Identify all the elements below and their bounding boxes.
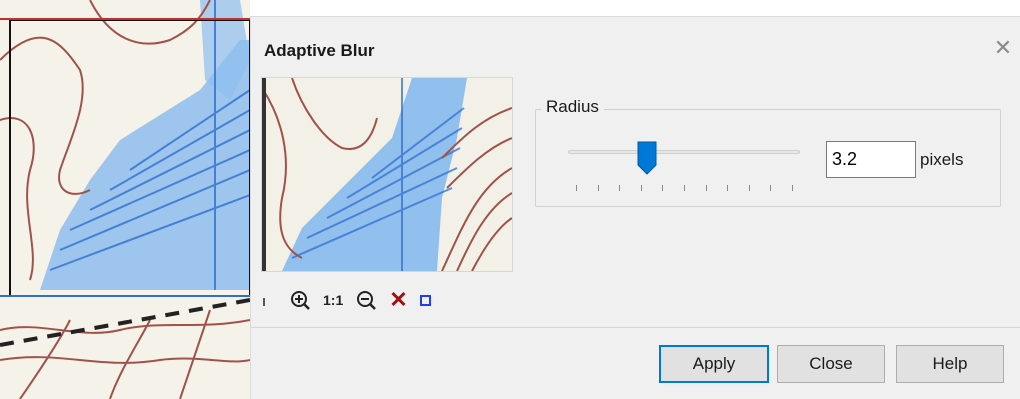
tick-icon — [263, 298, 265, 306]
radius-value-input[interactable] — [826, 141, 916, 178]
slider-thumb[interactable] — [637, 141, 657, 175]
slider-track[interactable] — [568, 150, 800, 154]
slider-tick — [749, 185, 750, 191]
zoom-in-icon — [291, 291, 310, 310]
zoom-in-button[interactable] — [289, 288, 311, 312]
slider-tick — [619, 185, 620, 191]
radius-slider[interactable] — [568, 141, 800, 191]
zoom-out-icon — [357, 291, 377, 310]
close-button[interactable]: Close — [777, 345, 885, 383]
square-icon — [419, 294, 431, 306]
slider-tick — [792, 185, 793, 191]
slider-tick — [662, 185, 663, 191]
preview-pane[interactable] — [261, 77, 513, 272]
radius-unit-label: pixels — [920, 150, 964, 169]
map-image — [0, 0, 250, 399]
zoom-out-button[interactable] — [355, 288, 377, 312]
preview-marker — [261, 288, 267, 312]
apply-button[interactable]: Apply — [659, 345, 769, 383]
map-canvas — [0, 0, 250, 399]
slider-tick — [770, 185, 771, 191]
dialog-title: Adaptive Blur — [264, 41, 375, 60]
radius-group-label: Radius — [541, 97, 604, 117]
actual-size-label: 1:1 — [323, 292, 344, 308]
slider-tick — [598, 185, 599, 191]
footer-divider — [251, 327, 1020, 328]
adaptive-blur-dialog: Adaptive Blur ✕ 1:1 ✕ Radius 3.2 pixels … — [250, 16, 1020, 399]
preview-toolbar: 1:1 ✕ — [261, 287, 443, 313]
x-icon: ✕ — [389, 287, 408, 312]
close-icon[interactable]: ✕ — [992, 37, 1014, 59]
slider-tick — [684, 185, 685, 191]
slider-tick — [641, 185, 642, 191]
slider-tick — [576, 185, 577, 191]
preview-image — [262, 78, 512, 271]
slider-tick — [706, 185, 707, 191]
actual-size-button[interactable]: 1:1 — [323, 288, 343, 312]
slider-ticks — [576, 185, 793, 191]
slider-tick — [727, 185, 728, 191]
preview-frame-button[interactable] — [419, 288, 431, 312]
cancel-preview-button[interactable]: ✕ — [389, 288, 407, 312]
help-button[interactable]: Help — [896, 345, 1004, 383]
